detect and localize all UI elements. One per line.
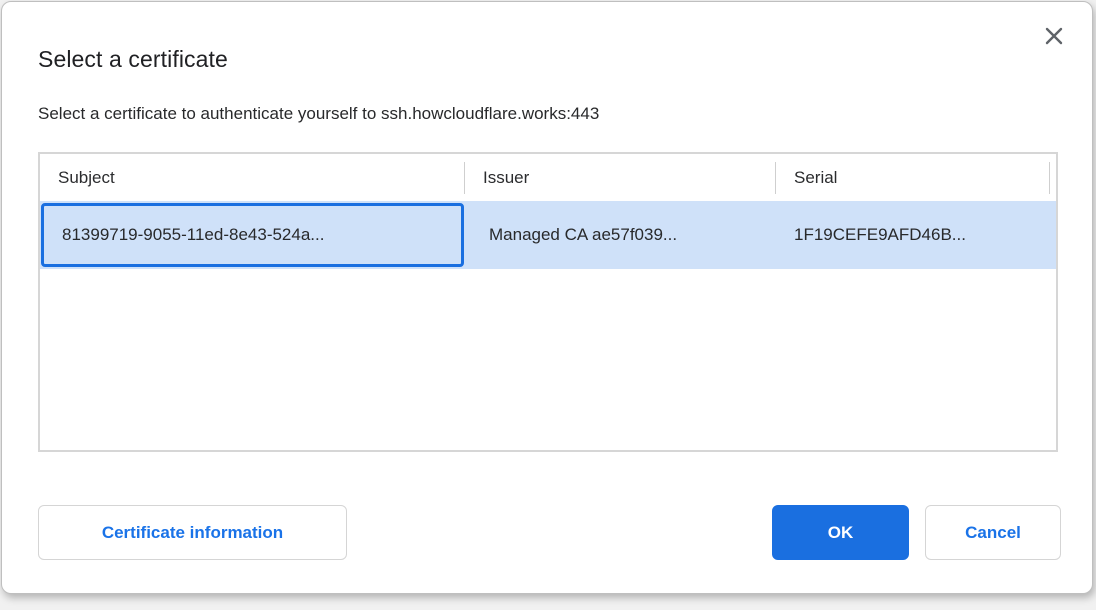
select-certificate-dialog: Select a certificate Select a certificat… (1, 1, 1093, 594)
cancel-button[interactable]: Cancel (925, 505, 1061, 560)
close-icon (1043, 25, 1065, 47)
certificate-information-button[interactable]: Certificate information (38, 505, 347, 560)
column-header-issuer[interactable]: Issuer (465, 154, 776, 201)
cell-serial[interactable]: 1F19CEFE9AFD46B... (776, 201, 1056, 269)
cell-issuer[interactable]: Managed CA ae57f039... (465, 201, 776, 269)
cell-subject[interactable]: 81399719-9055-11ed-8e43-524a... (40, 201, 465, 269)
ok-button[interactable]: OK (772, 505, 909, 560)
certificate-table: Subject Issuer Serial 81399719-9055-11ed… (38, 152, 1058, 452)
certificate-row[interactable]: 81399719-9055-11ed-8e43-524a... Managed … (40, 201, 1056, 269)
column-header-serial-label: Serial (794, 168, 837, 188)
column-divider (1049, 162, 1050, 194)
dialog-subtitle: Select a certificate to authenticate you… (38, 104, 599, 124)
column-header-subject[interactable]: Subject (40, 154, 465, 201)
table-header-row: Subject Issuer Serial (40, 154, 1056, 201)
column-header-subject-label: Subject (58, 168, 115, 188)
dialog-title: Select a certificate (38, 46, 228, 73)
column-header-serial[interactable]: Serial (776, 154, 1056, 201)
column-header-issuer-label: Issuer (483, 168, 529, 188)
close-button[interactable] (1040, 22, 1068, 50)
